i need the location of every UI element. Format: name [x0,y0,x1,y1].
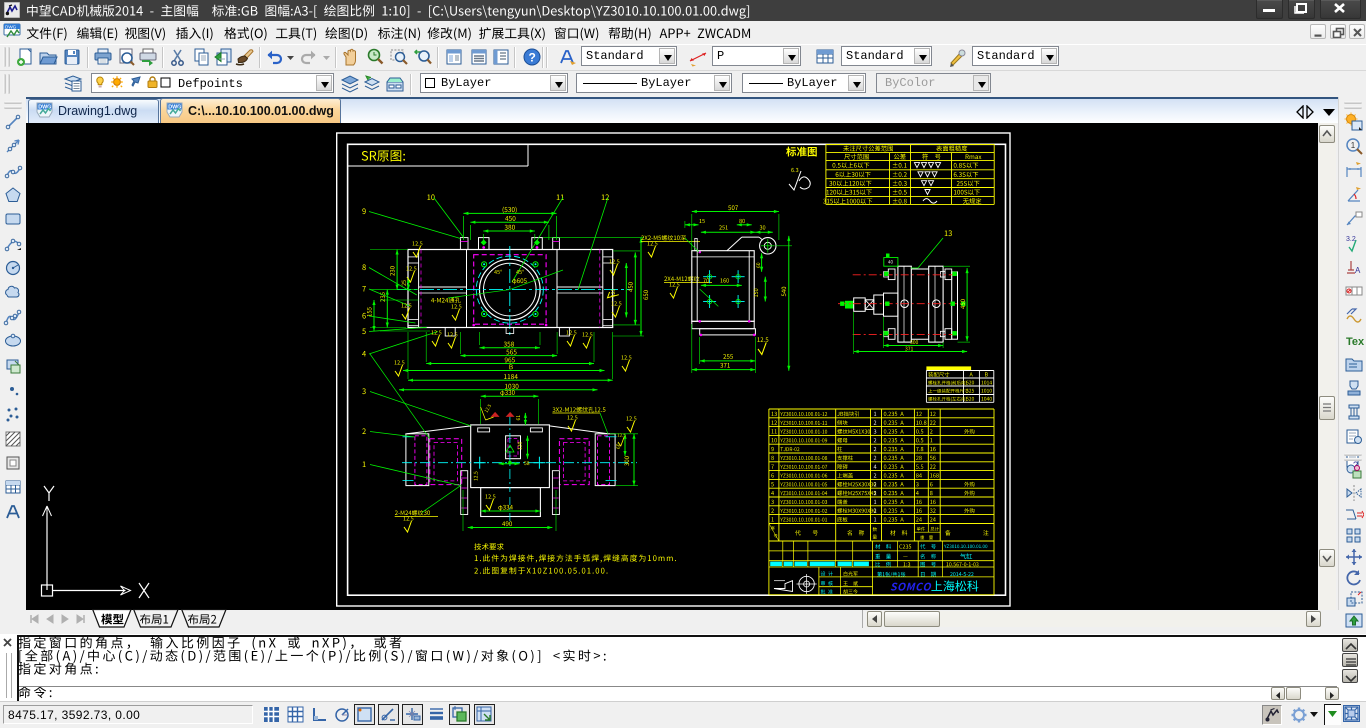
svg-text:Text: Text [1346,336,1364,348]
svg-text:A: A [1355,266,1361,275]
svg-text:3.2: 3.2 [1346,236,1356,243]
svg-text:1: 1 [1351,141,1356,150]
svg-text:?: ? [529,51,536,65]
